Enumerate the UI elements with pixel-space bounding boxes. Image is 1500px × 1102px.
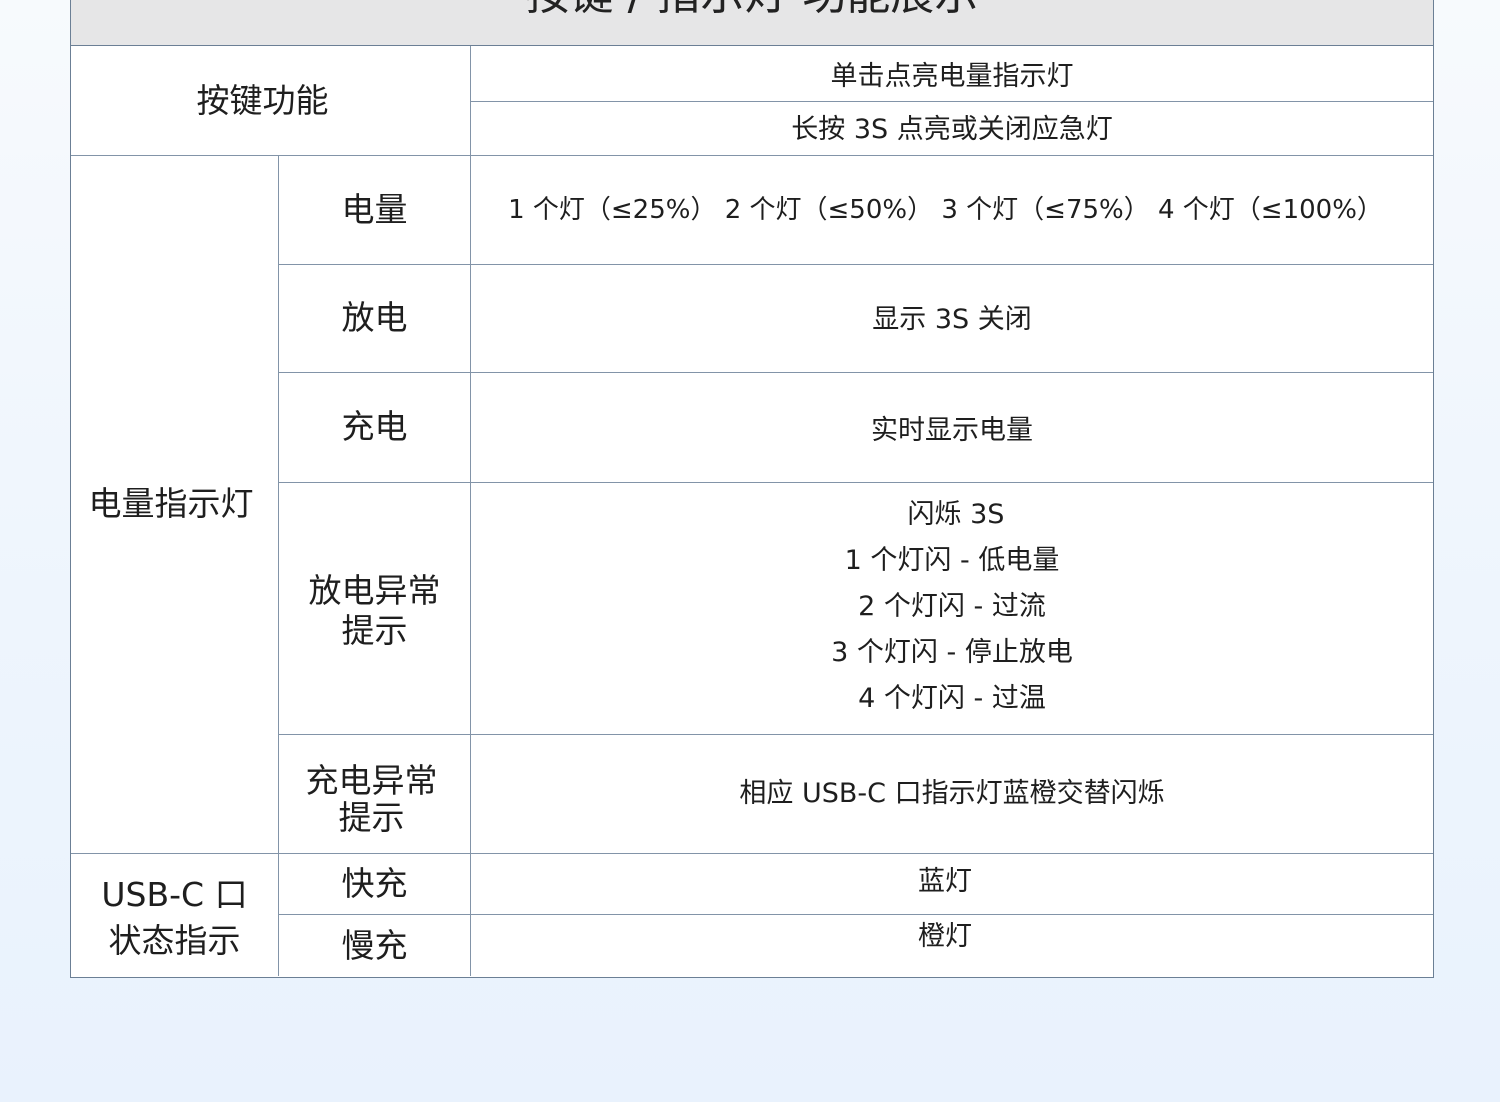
discharge-error-label-line-2: 提示 (341, 611, 408, 650)
usb-c-status-label: USB-C 口 状态指示 (71, 855, 278, 978)
discharge-error-line: 1 个灯闪 - 低电量 (844, 545, 1060, 576)
battery-level-value: 1 个灯（≤25%） 2 个灯（≤50%） 3 个灯（≤75%） 4 个灯（≤1… (508, 194, 1383, 225)
row-label-slow-charge: 慢充 (341, 926, 408, 965)
table-title: 按键 / 指示灯 功能展示 (71, 0, 1433, 26)
discharge-error-label-line-1: 放电异常 (308, 571, 441, 610)
button-function-label: 按键功能 (196, 81, 329, 120)
table-title-bar: 按键 / 指示灯 功能展示 (71, 0, 1433, 46)
divider (471, 101, 1433, 102)
charge-error-value: 相应 USB-C 口指示灯蓝橙交替闪烁 (739, 777, 1165, 809)
usb-c-label-line-1: USB-C 口 (101, 874, 248, 914)
row-label-charge: 充电 (341, 407, 408, 446)
usb-c-label-line-2: 状态指示 (108, 920, 241, 960)
row-label-fast-charge: 快充 (341, 863, 408, 903)
row-label-discharge-error: 放电异常 提示 (279, 482, 470, 734)
slow-charge-value: 橙灯 (918, 921, 972, 952)
discharge-error-values: 闪烁 3S 1 个灯闪 - 低电量 2 个灯闪 - 过流 3 个灯闪 - 停止放… (471, 484, 1433, 734)
charge-error-label-line-1: 充电异常 (305, 760, 438, 800)
discharge-value: 显示 3S 关闭 (872, 304, 1032, 335)
discharge-error-line: 4 个灯闪 - 过温 (858, 683, 1046, 714)
battery-indicator-label: 电量指示灯 (88, 484, 254, 523)
row-label-battery-level: 电量 (341, 189, 408, 229)
discharge-error-line: 2 个灯闪 - 过流 (858, 591, 1046, 622)
button-function-single-click: 单击点亮电量指示灯 (830, 61, 1074, 92)
charge-value: 实时显示电量 (871, 415, 1033, 446)
discharge-error-line: 闪烁 3S (907, 499, 1005, 530)
button-function-long-press: 长按 3S 点亮或关闭应急灯 (791, 113, 1113, 145)
function-table: 按键 / 指示灯 功能展示 按键功能 单击点亮电量指示灯 长按 3S 点亮或关闭… (70, 0, 1434, 978)
discharge-error-line: 3 个灯闪 - 停止放电 (831, 637, 1073, 668)
row-label-charge-error: 充电异常 提示 (279, 734, 464, 853)
charge-error-label-line-2: 提示 (338, 797, 405, 837)
fast-charge-value: 蓝灯 (918, 865, 972, 897)
row-label-discharge: 放电 (341, 298, 408, 337)
